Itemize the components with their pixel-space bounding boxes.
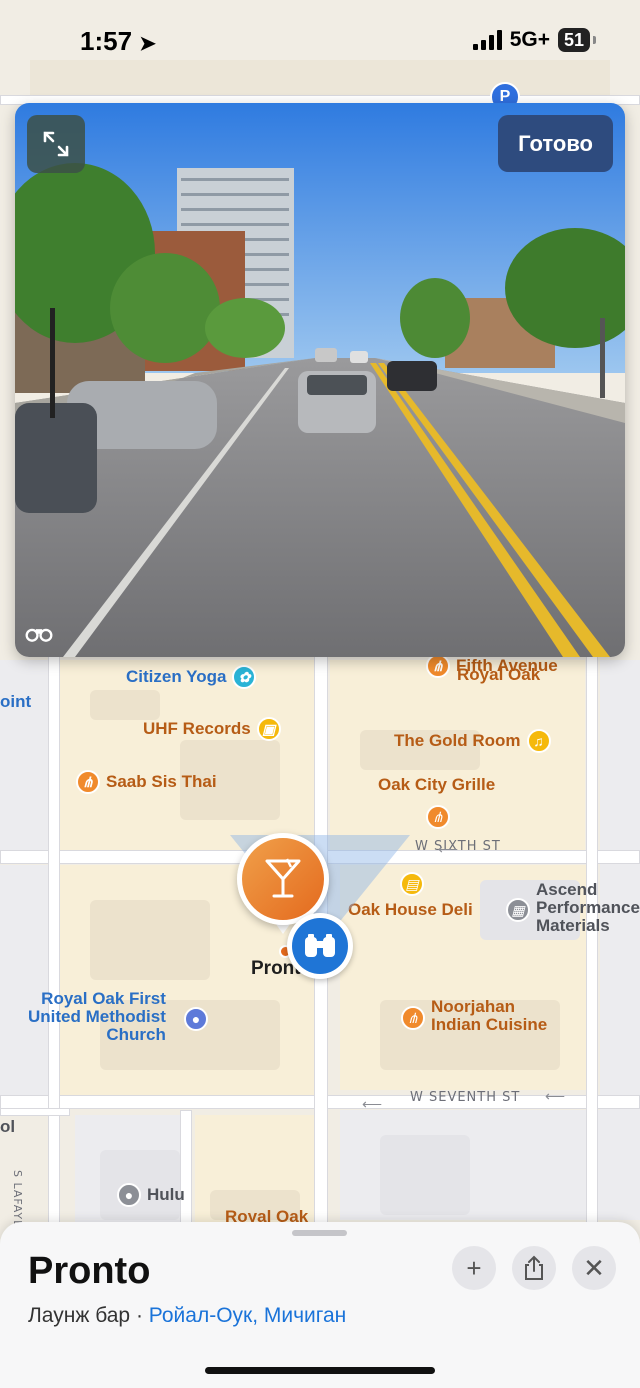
binoculars-icon bbox=[25, 623, 53, 649]
plus-icon: + bbox=[466, 1252, 482, 1283]
share-icon bbox=[525, 1255, 543, 1280]
binoculars-icon bbox=[305, 934, 335, 957]
cocktail-glass-icon bbox=[265, 858, 301, 898]
status-indicators: 5G+ 51 bbox=[472, 28, 597, 52]
share-button[interactable] bbox=[512, 1246, 556, 1290]
look-around-panel[interactable]: Готово bbox=[15, 103, 625, 657]
status-time: 1:57 ➤ bbox=[80, 26, 156, 57]
sheet-grabber[interactable] bbox=[292, 1230, 347, 1236]
place-title: Pronto bbox=[28, 1250, 151, 1292]
status-bar: 1:57 ➤ 5G+ 51 bbox=[0, 0, 640, 90]
place-category: Лаунж бар · bbox=[28, 1304, 149, 1327]
place-location-link[interactable]: Ройал-Оук, Мичиган bbox=[149, 1304, 346, 1327]
close-icon: ✕ bbox=[583, 1252, 605, 1283]
look-around-position-marker[interactable] bbox=[287, 913, 353, 979]
cellular-signal-icon bbox=[472, 30, 502, 50]
lounge-bar-marker[interactable] bbox=[237, 833, 329, 925]
network-type: 5G+ bbox=[509, 28, 550, 51]
close-button[interactable]: ✕ bbox=[572, 1246, 616, 1290]
add-button[interactable]: + bbox=[452, 1246, 496, 1290]
place-card-sheet[interactable]: Pronto Лаунж бар · Ройал-Оук, Мичиган + … bbox=[0, 1222, 640, 1388]
time-text: 1:57 bbox=[80, 26, 133, 56]
location-arrow-icon: ➤ bbox=[139, 33, 157, 55]
street-view-image[interactable] bbox=[15, 103, 625, 657]
done-button[interactable]: Готово bbox=[498, 115, 613, 172]
battery-level: 51 bbox=[563, 30, 584, 50]
binoculars-marker-fill bbox=[292, 918, 348, 974]
home-indicator[interactable] bbox=[205, 1367, 435, 1374]
battery-icon: 51 bbox=[557, 28, 597, 52]
place-subtitle: Лаунж бар · Ройал-Оук, Мичиган bbox=[28, 1304, 346, 1328]
expand-arrows-icon bbox=[43, 131, 69, 157]
expand-button[interactable] bbox=[27, 115, 85, 173]
